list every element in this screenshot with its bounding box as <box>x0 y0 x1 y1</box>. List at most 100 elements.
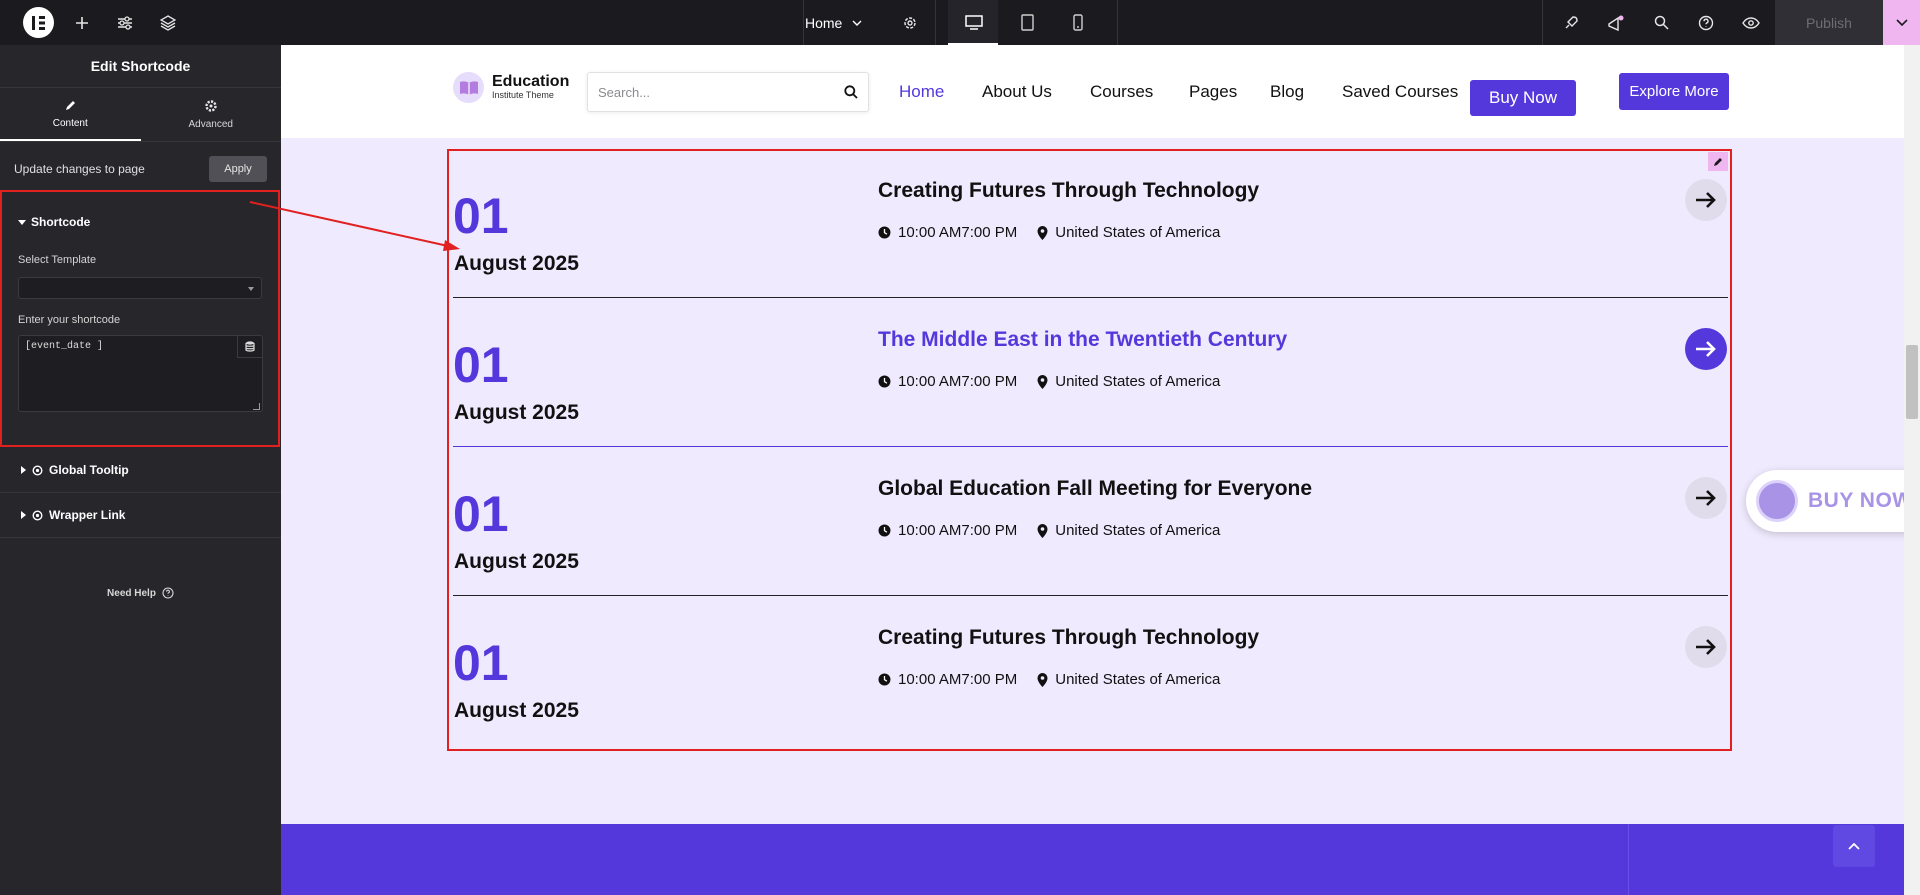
nav-about-us[interactable]: About Us <box>982 82 1052 102</box>
buy-now-button[interactable]: Buy Now <box>1470 80 1576 116</box>
panel-tabs: Content Advanced <box>0 88 281 142</box>
event-location-text: United States of America <box>1055 522 1221 539</box>
dynamic-tags-database-icon[interactable] <box>237 336 262 358</box>
global-tooltip-section[interactable]: Global Tooltip <box>0 448 281 493</box>
tab-content[interactable]: Content <box>0 88 141 141</box>
help-icon[interactable] <box>1686 0 1726 45</box>
event-row[interactable]: 01 August 2025 Creating Futures Through … <box>453 149 1728 298</box>
chevron-up-icon <box>1848 842 1860 850</box>
global-tooltip-label: Global Tooltip <box>49 463 129 477</box>
shortcode-field-label: Enter your shortcode <box>18 314 121 326</box>
mobile-icon[interactable] <box>1058 0 1098 45</box>
explore-more-button[interactable]: Explore More <box>1619 73 1729 110</box>
select-template-dropdown[interactable] <box>18 277 262 299</box>
gear-icon <box>205 100 217 112</box>
event-location: United States of America <box>1037 522 1220 539</box>
floating-buy-now-button[interactable]: BUY NOW <box>1746 470 1916 532</box>
page-selector-label: Home <box>805 14 843 31</box>
event-month-year: August 2025 <box>454 699 579 722</box>
desktop-icon[interactable] <box>954 0 994 45</box>
tab-advanced[interactable]: Advanced <box>141 88 282 141</box>
footer-divider <box>1628 824 1629 895</box>
event-day: 01 <box>453 486 509 542</box>
shortcode-textarea[interactable]: [event_date ] <box>18 335 263 412</box>
event-month-year: August 2025 <box>454 252 579 275</box>
shortcode-section-title: Shortcode <box>31 215 91 229</box>
need-help-label: Need Help <box>107 587 156 599</box>
nav-courses[interactable]: Courses <box>1090 82 1153 102</box>
elementor-logo-icon[interactable] <box>23 7 54 38</box>
layers-icon[interactable] <box>148 0 188 45</box>
event-location: United States of America <box>1037 671 1220 688</box>
page-settings-gear-icon[interactable] <box>890 0 930 45</box>
publish-options-button[interactable] <box>1883 0 1920 45</box>
arrow-right-icon <box>1696 639 1716 655</box>
event-arrow-button[interactable] <box>1685 626 1727 668</box>
arrow-right-icon <box>1696 490 1716 506</box>
event-location-text: United States of America <box>1055 373 1221 390</box>
editor-topbar: Home Publish <box>0 0 1920 45</box>
event-time: 10:00 AM7:00 PM <box>878 522 1017 539</box>
clock-icon <box>878 524 891 537</box>
page-scrollbar[interactable] <box>1904 45 1920 895</box>
caret-right-icon <box>21 511 26 519</box>
nav-pages[interactable]: Pages <box>1189 82 1237 102</box>
book-logo-icon <box>453 72 484 103</box>
preview-eye-icon[interactable] <box>1731 0 1771 45</box>
event-month-year: August 2025 <box>454 550 579 573</box>
event-title[interactable]: Global Education Fall Meeting for Everyo… <box>878 477 1312 501</box>
buy-now-badge-icon <box>1756 480 1798 522</box>
tablet-icon[interactable] <box>1007 0 1047 45</box>
event-meta: 10:00 AM7:00 PM United States of America <box>878 373 1220 390</box>
event-time: 10:00 AM7:00 PM <box>878 373 1017 390</box>
footer-band <box>281 824 1904 895</box>
editor-panel: Edit Shortcode Content Advanced Update c… <box>0 45 281 895</box>
arrow-right-icon <box>1696 341 1716 357</box>
event-time: 10:00 AM7:00 PM <box>878 224 1017 241</box>
scroll-to-top-button[interactable] <box>1833 825 1875 867</box>
site-settings-icon[interactable] <box>105 0 145 45</box>
notifications-megaphone-icon[interactable] <box>1596 0 1636 45</box>
site-logo[interactable]: Education Institute Theme <box>453 72 569 103</box>
event-day: 01 <box>453 188 509 244</box>
page-selector[interactable]: Home <box>805 0 862 45</box>
location-pin-icon <box>1037 523 1048 538</box>
textarea-resize-handle[interactable] <box>253 403 260 410</box>
event-row[interactable]: 01 August 2025 Global Education Fall Mee… <box>453 447 1728 596</box>
extension-badge-icon <box>32 464 43 476</box>
wrapper-link-label: Wrapper Link <box>49 508 126 522</box>
shortcode-section-toggle[interactable]: Shortcode <box>18 215 90 229</box>
nav-saved-courses[interactable]: Saved Courses <box>1342 82 1458 102</box>
event-row[interactable]: 01 August 2025 Creating Futures Through … <box>453 596 1728 745</box>
site-search-input[interactable]: Search... <box>587 72 869 112</box>
nav-home[interactable]: Home <box>899 82 944 102</box>
event-title[interactable]: Creating Futures Through Technology <box>878 179 1259 203</box>
event-location-text: United States of America <box>1055 671 1221 688</box>
event-time-text: 10:00 AM7:00 PM <box>898 224 1018 241</box>
scrollbar-thumb[interactable] <box>1906 345 1918 419</box>
search-icon[interactable] <box>1641 0 1681 45</box>
wrapper-link-section[interactable]: Wrapper Link <box>0 493 281 538</box>
event-day: 01 <box>453 635 509 691</box>
clock-icon <box>878 673 891 686</box>
nav-blog[interactable]: Blog <box>1270 82 1304 102</box>
event-location: United States of America <box>1037 373 1220 390</box>
event-arrow-button[interactable] <box>1685 179 1727 221</box>
event-title[interactable]: Creating Futures Through Technology <box>878 626 1259 650</box>
event-arrow-button[interactable] <box>1685 477 1727 519</box>
floating-buy-now-label: BUY NOW <box>1808 489 1913 512</box>
brand-subtitle: Institute Theme <box>492 90 554 100</box>
need-help-link[interactable]: Need Help <box>0 587 281 599</box>
event-row[interactable]: 01 August 2025 The Middle East in the Tw… <box>453 298 1728 447</box>
rocket-icon[interactable] <box>1551 0 1591 45</box>
chevron-down-icon <box>1895 19 1908 26</box>
add-element-icon[interactable] <box>62 0 102 45</box>
extension-badge-icon <box>32 509 43 521</box>
publish-button[interactable]: Publish <box>1775 0 1883 45</box>
pencil-icon <box>65 100 75 110</box>
search-icon[interactable] <box>844 85 858 99</box>
caret-down-icon <box>18 219 26 225</box>
event-title[interactable]: The Middle East in the Twentieth Century <box>878 328 1287 352</box>
apply-button[interactable]: Apply <box>209 155 267 182</box>
event-arrow-button[interactable] <box>1685 328 1727 370</box>
